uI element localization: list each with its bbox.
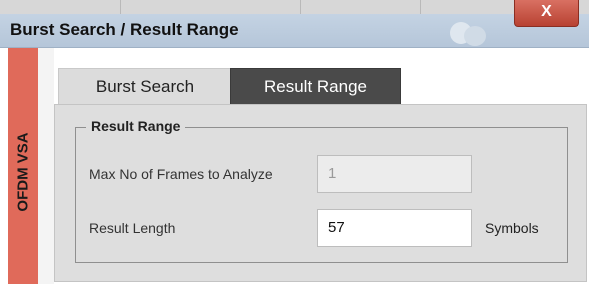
tab-content-panel: Result Range Max No of Frames to Analyze… <box>54 104 587 282</box>
side-gap <box>38 48 54 284</box>
top-strip <box>0 0 589 14</box>
side-tab-ofdm-vsa[interactable]: OFDM VSA <box>8 48 38 284</box>
result-length-label: Result Length <box>89 220 176 236</box>
dialog-title: Burst Search / Result Range <box>10 20 239 39</box>
dialog-window: Burst Search / Result Range X OFDM VSA B… <box>0 0 589 286</box>
result-length-input[interactable]: 57 <box>317 209 472 247</box>
tab-result-range[interactable]: Result Range <box>230 68 401 105</box>
app-logo-icon <box>448 20 492 46</box>
max-frames-label: Max No of Frames to Analyze <box>89 166 273 182</box>
tab-area: Burst Search Result Range Result Range M… <box>54 48 589 286</box>
result-range-groupbox: Result Range Max No of Frames to Analyze… <box>75 118 568 263</box>
title-bar: Burst Search / Result Range X <box>0 0 589 48</box>
side-tab-label: OFDM VSA <box>14 132 32 212</box>
max-frames-input[interactable]: 1 <box>317 155 472 193</box>
tab-burst-search[interactable]: Burst Search <box>58 68 232 105</box>
groupbox-title: Result Range <box>86 118 186 134</box>
result-length-unit: Symbols <box>485 220 539 236</box>
close-button[interactable]: X <box>514 0 579 27</box>
